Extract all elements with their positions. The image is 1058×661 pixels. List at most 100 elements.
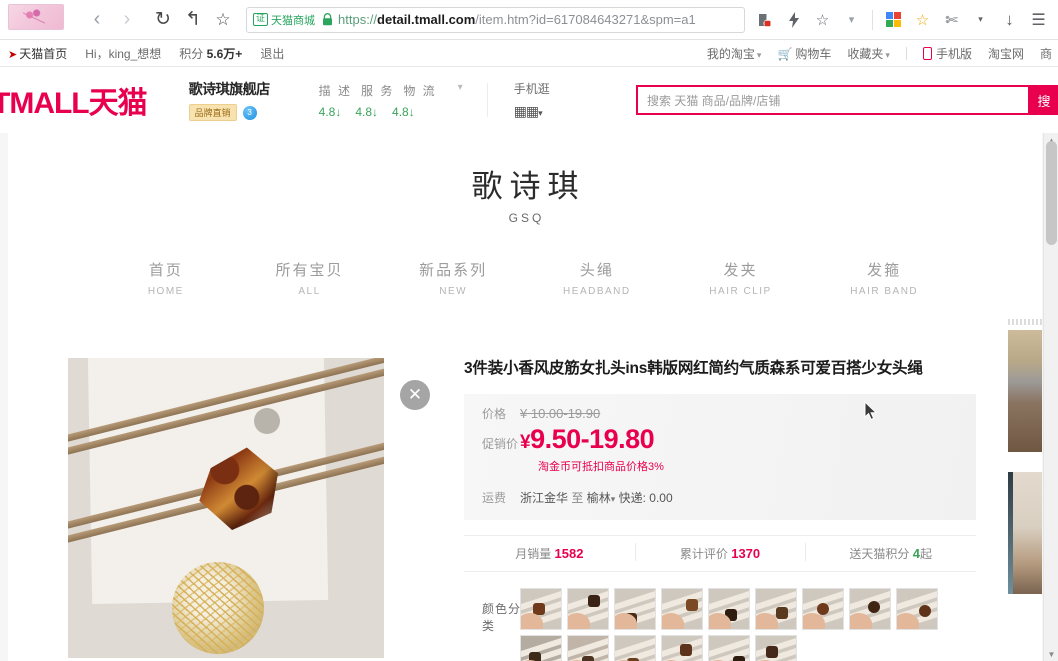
color-swatch[interactable] [661, 587, 703, 630]
tab-favicon[interactable] [8, 3, 64, 30]
lock-icon [322, 13, 333, 26]
thumbnail-image-2[interactable] [1008, 472, 1042, 594]
vertical-scrollbar[interactable]: ▲ ▼ [1043, 133, 1058, 661]
original-price-value: ¥ 10.00-19.90 [520, 405, 601, 421]
tmall-logo[interactable]: TMALL天猫 [0, 78, 148, 122]
close-icon[interactable]: ✕ [400, 380, 430, 410]
favorites-menu[interactable]: 收藏夹 ▾ [847, 45, 890, 62]
product-title: 3件装小香风皮筋女扎头ins韩版网红简约气质森系可爱百搭少女头绳 [464, 360, 923, 377]
lightning-icon[interactable] [780, 5, 807, 35]
currency-symbol: ¥ [520, 431, 531, 453]
search-input[interactable]: 搜索 天猫 商品/品牌/店铺 [636, 85, 1028, 115]
apps-grid-icon[interactable] [880, 5, 907, 35]
color-swatch[interactable] [708, 587, 750, 630]
greeting-user[interactable]: Hi，king_想想 [85, 45, 161, 62]
total-reviews-stat[interactable]: 累计评价 1370 [634, 542, 806, 562]
rating-values: 4.8↓ 4.8↓ 4.8↓ [319, 105, 465, 119]
color-selector: 颜色分类 [464, 587, 984, 661]
certificate-label: 证 [253, 13, 269, 26]
color-swatch-grid [520, 587, 960, 661]
shop-nav-hairband[interactable]: 发箍 HAIR BAND [812, 259, 956, 297]
tmall-home-link[interactable]: ➤ 天猫首页 [8, 45, 67, 62]
shop-nav-hairclip[interactable]: 发夹 HAIR CLIP [669, 259, 813, 297]
browser-chrome: ‹ › ↻ ↰ ☆ 证 天猫商城 https://detail.tmall.co… [0, 0, 1058, 40]
shop-name[interactable]: 歌诗琪旗舰店 [189, 79, 301, 99]
chevron-down-icon[interactable]: ▾ [838, 5, 865, 35]
shop-nav-all[interactable]: 所有宝贝 ALL [238, 259, 382, 297]
color-swatch[interactable] [802, 587, 844, 630]
chevron-down-icon[interactable]: ▾ [458, 82, 465, 99]
product-detail: ✕ 3件装小香风皮筋女扎头ins韩版网红简约气质森系可爱百搭少女头绳 价格 ¥ … [8, 358, 1042, 661]
chevron-down-icon[interactable]: ▾ [611, 494, 616, 504]
rail-divider [1008, 319, 1042, 325]
color-swatch[interactable] [614, 634, 656, 661]
hamburger-menu-icon[interactable]: ☰ [1025, 5, 1052, 35]
nav-label-en: HAIR BAND [850, 286, 919, 297]
shop-logo-banner: 歌诗琪 GSQ [8, 133, 1042, 225]
undo-icon[interactable]: ↰ [178, 5, 208, 35]
chevron-down-icon: ▾ [885, 49, 890, 60]
promo-price-label: 促销价 [482, 436, 519, 451]
ship-to-prefix: 至 [571, 490, 584, 505]
url-scheme: https:// [338, 12, 378, 27]
mobile-version-link[interactable]: 手机版 [922, 45, 972, 62]
color-swatch[interactable] [520, 634, 562, 661]
mobile-shop-block[interactable]: 手机逛 ▦▦▾ [514, 80, 550, 120]
color-swatch[interactable] [708, 634, 750, 661]
down-arrow-icon: ↓ [372, 104, 379, 119]
shop-nav-home[interactable]: 首页 HOME [94, 259, 238, 297]
color-swatch[interactable] [755, 587, 797, 630]
ship-to-select[interactable]: 榆林 [587, 491, 611, 505]
color-swatch[interactable] [614, 587, 656, 630]
rating-label-description: 描 述 [318, 83, 352, 98]
rating-value-service: 4.8↓ [355, 104, 379, 119]
reload-icon[interactable]: ↻ [148, 5, 178, 35]
shop-logo-en: GSQ [508, 211, 545, 225]
dropdown-caret-icon[interactable]: ▾ [967, 5, 994, 35]
url-text: https://detail.tmall.com/item.htm?id=617… [338, 12, 696, 27]
shop-level-badge: 3 [242, 105, 257, 120]
promo-price-row: 促销价 ¥9.50-19.80 [464, 423, 976, 456]
taobao-link[interactable]: 淘宝网 [988, 45, 1024, 62]
color-swatch[interactable] [520, 587, 562, 630]
nav-label-cn: 发夹 [723, 262, 758, 279]
color-swatch[interactable] [849, 587, 891, 630]
main-product-image[interactable] [68, 358, 384, 658]
search-button[interactable]: 搜 [1028, 85, 1058, 115]
forward-arrow-icon[interactable]: › [112, 5, 142, 35]
tmall-cat-icon: ➤ [8, 48, 18, 61]
shop-logo-cn: 歌诗琪 [471, 169, 586, 204]
shield-block-icon[interactable] [751, 5, 778, 35]
nav-label-en: HEADBAND [563, 286, 631, 297]
my-taobao-menu[interactable]: 我的淘宝 ▾ [707, 45, 762, 62]
scissors-icon[interactable]: ✄ [938, 5, 965, 35]
rating-label-logistics: 物 流 [403, 83, 437, 98]
back-arrow-icon[interactable]: ‹ [82, 5, 112, 35]
color-swatch[interactable] [661, 634, 703, 661]
shop-ratings: 描 述 服 务 物 流 ▾ 4.8↓ 4.8↓ 4.8↓ [319, 82, 465, 119]
shopping-cart-link[interactable]: 🛒 购物车 [777, 45, 831, 62]
shop-nav-headband[interactable]: 头绳 HEADBAND [525, 259, 669, 297]
shipping-row: 运费 浙江金华 至 榆林▾ 快递: 0.00 [464, 489, 976, 506]
scroll-down-arrow[interactable]: ▼ [1044, 647, 1058, 661]
points-link[interactable]: 积分 5.6万+ [179, 45, 242, 62]
merchant-link-truncated[interactable]: 商 [1040, 45, 1052, 62]
thumbnail-image-1[interactable] [1008, 330, 1042, 452]
favorites-star-icon[interactable]: ☆ [909, 5, 936, 35]
rating-label-service: 服 务 [360, 83, 395, 98]
cart-icon: 🛒 [777, 46, 793, 61]
color-swatch[interactable] [567, 587, 609, 630]
star-icon[interactable]: ☆ [208, 5, 238, 35]
shop-nav-new[interactable]: 新品系列 NEW [381, 259, 525, 297]
color-swatch[interactable] [567, 634, 609, 661]
color-swatch[interactable] [755, 634, 797, 661]
download-arrow-icon[interactable]: ↓ [996, 5, 1023, 35]
star-outline-icon[interactable]: ☆ [809, 5, 836, 35]
scrollbar-thumb[interactable] [1046, 141, 1057, 245]
logout-link[interactable]: 退出 [260, 45, 284, 62]
color-swatch[interactable] [896, 587, 938, 630]
rating-value-logistics: 4.8↓ [392, 104, 415, 119]
recommendation-rail [1008, 319, 1042, 614]
address-bar[interactable]: 证 天猫商城 https://detail.tmall.com/item.htm… [246, 6, 745, 33]
stat-label: 月销量 [515, 546, 552, 561]
